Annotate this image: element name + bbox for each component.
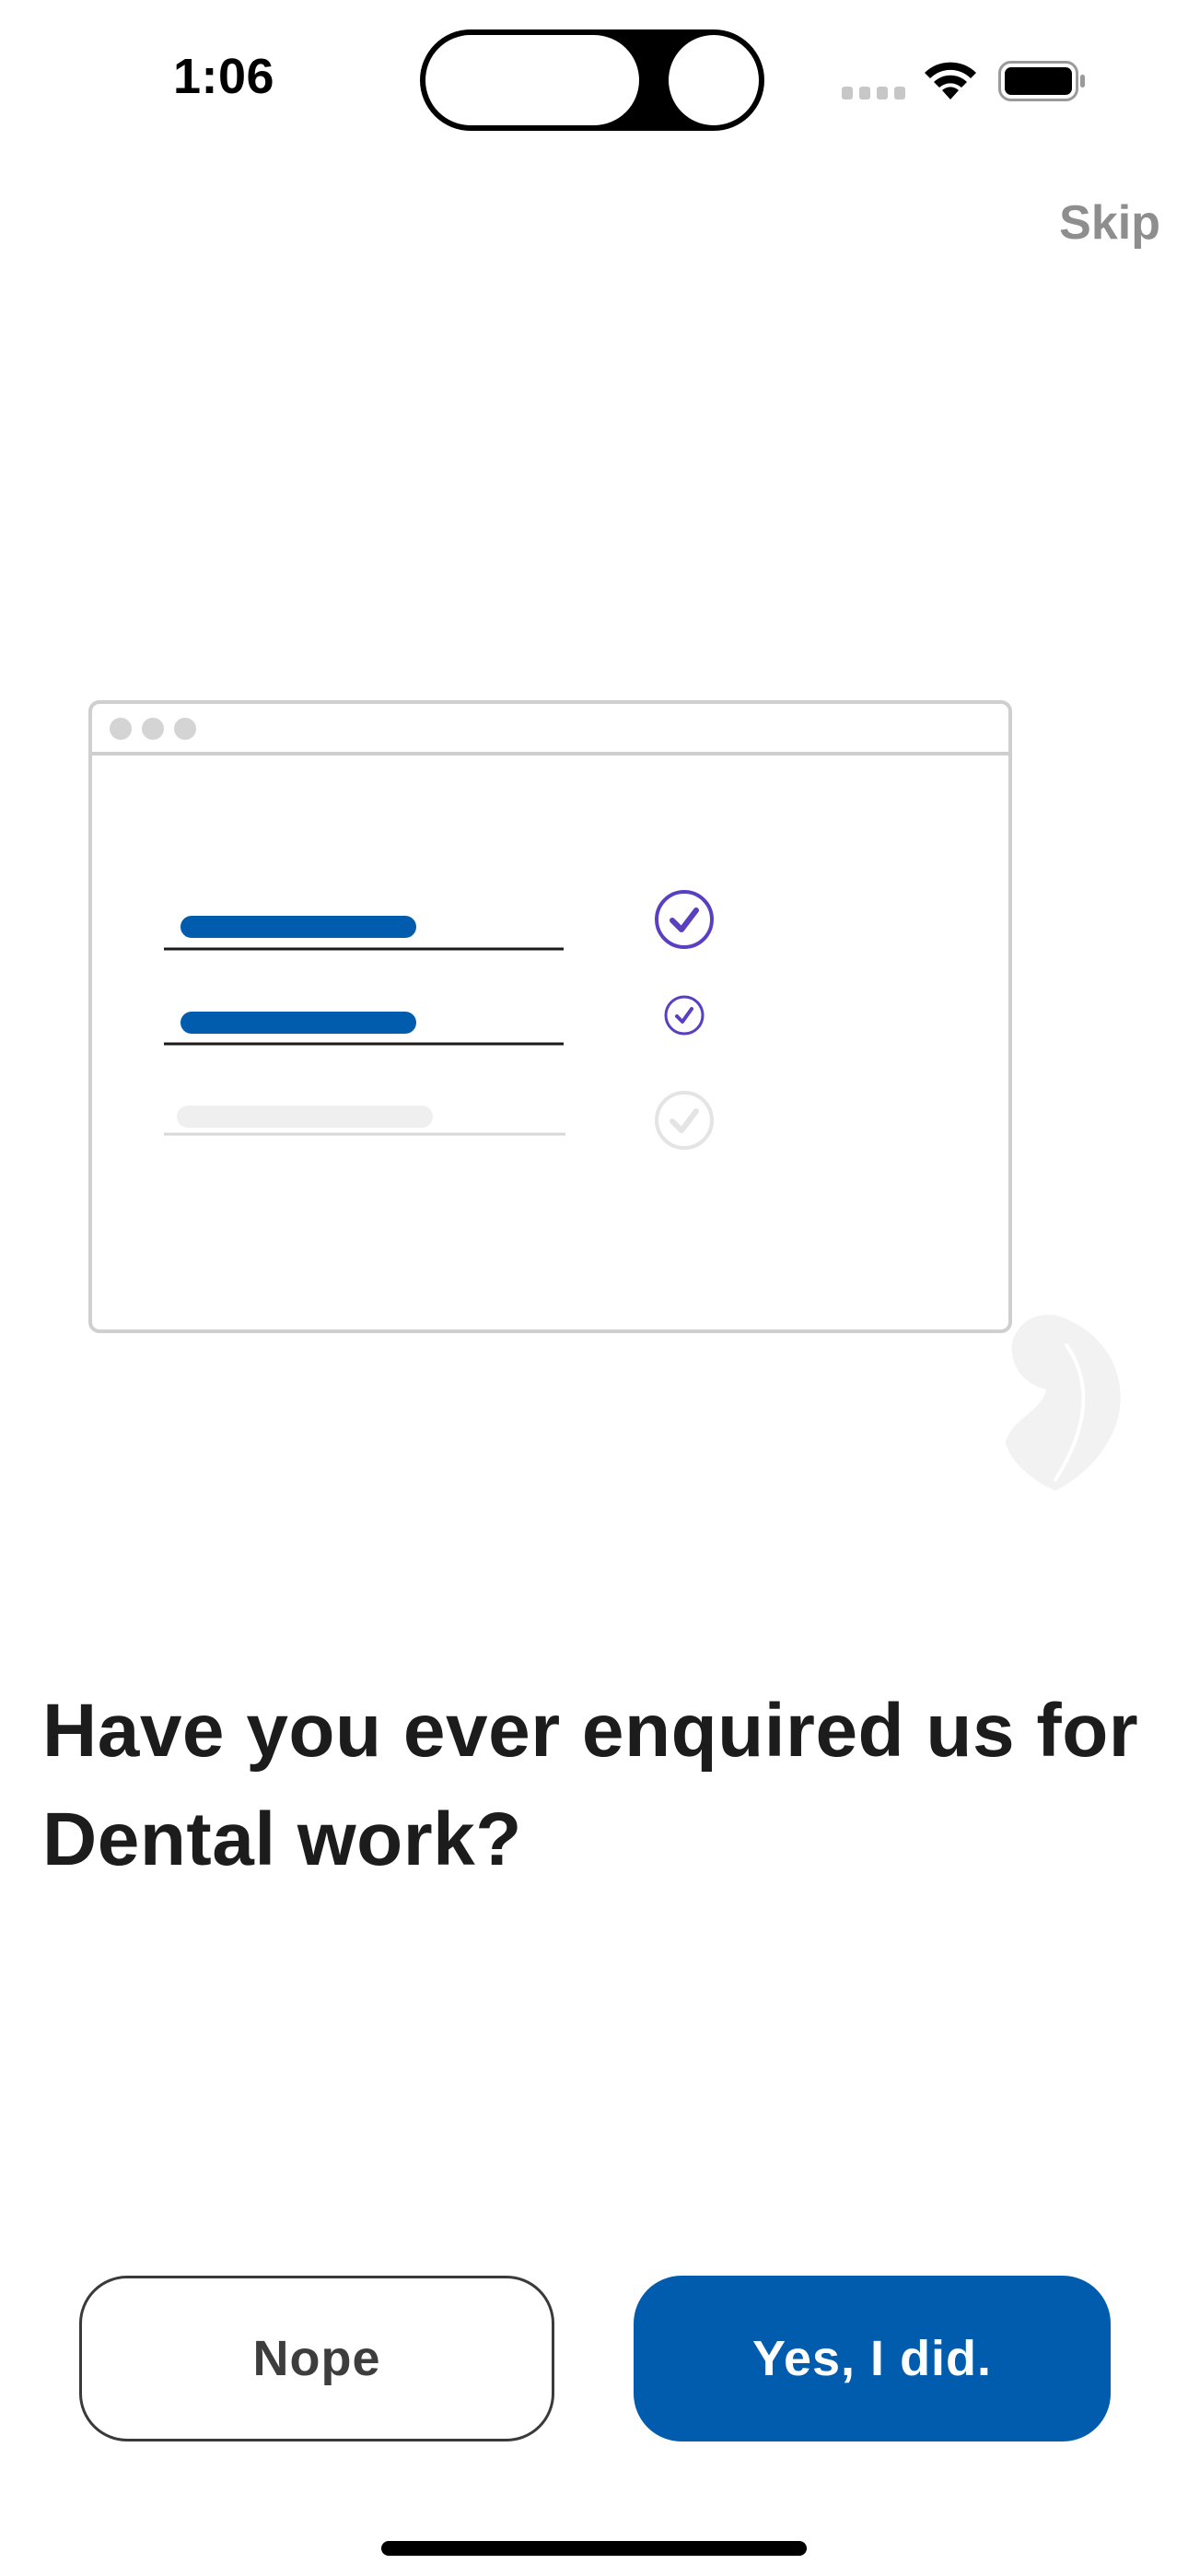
decorative-leaf-icon bbox=[1006, 1315, 1121, 1491]
dynamic-island bbox=[420, 29, 764, 131]
skip-button[interactable]: Skip bbox=[1059, 195, 1160, 251]
yes-button[interactable]: Yes, I did. bbox=[634, 2276, 1111, 2441]
check-circle-icon bbox=[655, 890, 714, 949]
battery-icon bbox=[998, 61, 1085, 101]
nope-button[interactable]: Nope bbox=[79, 2276, 554, 2441]
check-circle-icon bbox=[655, 1091, 714, 1150]
status-time: 1:06 bbox=[173, 49, 275, 104]
home-indicator[interactable] bbox=[381, 2541, 807, 2556]
form-checklist-illustration bbox=[88, 700, 1121, 1491]
wifi-icon bbox=[925, 62, 976, 100]
check-circle-icon bbox=[664, 995, 705, 1036]
cellular-signal-icon bbox=[842, 87, 905, 100]
question-heading: Have you ever enquired us for Dental wor… bbox=[42, 1689, 1139, 1881]
